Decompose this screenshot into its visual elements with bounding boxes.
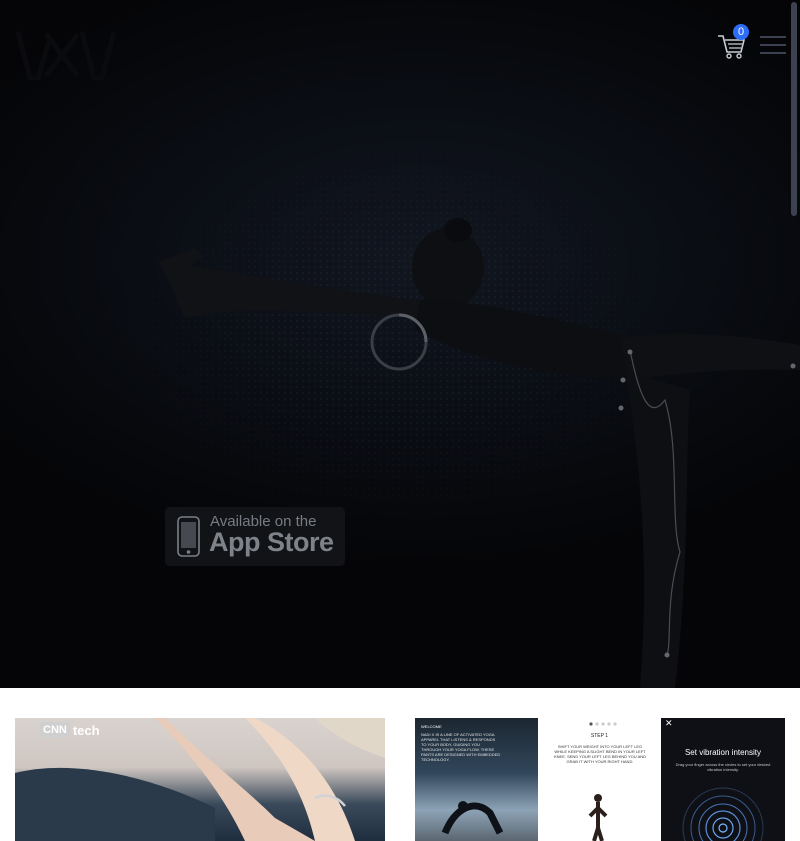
cnn-logo-tech: tech [72, 722, 100, 738]
cnn-logo-box: CNN [40, 722, 70, 738]
app-screen-welcome: WELCOME NADI X IS A LINE OF ACTIVATED YO… [415, 718, 538, 841]
app-screen-vibration: ✕ Set vibration intensity Drag your fing… [661, 718, 785, 841]
standing-figure [588, 794, 608, 841]
phone-icon [177, 516, 200, 557]
scrollbar-thumb[interactable] [791, 2, 797, 216]
cnn-tech-logo: CNN tech [40, 722, 100, 738]
cart-count-badge: 0 [733, 24, 749, 40]
loading-spinner-icon [370, 313, 428, 371]
app-screens-card[interactable]: WELCOME NADI X IS A LINE OF ACTIVATED YO… [415, 718, 785, 841]
backbend-figure [441, 801, 504, 835]
vibration-rings-icon[interactable] [661, 718, 785, 841]
scrollbar[interactable] [790, 0, 800, 688]
hero-section: 0 Available on the App Store [0, 0, 800, 688]
app-store-button[interactable]: Available on the App Store [165, 507, 345, 566]
video-card-cnn[interactable]: CNN tech [15, 718, 385, 841]
app-store-line2: App Store [209, 527, 334, 557]
app-screen-step1: STEP 1 SHIFT YOUR WEIGHT INTO YOUR LEFT … [538, 718, 661, 841]
hamburger-menu-icon[interactable] [760, 36, 786, 56]
brand-logo[interactable] [16, 28, 116, 82]
